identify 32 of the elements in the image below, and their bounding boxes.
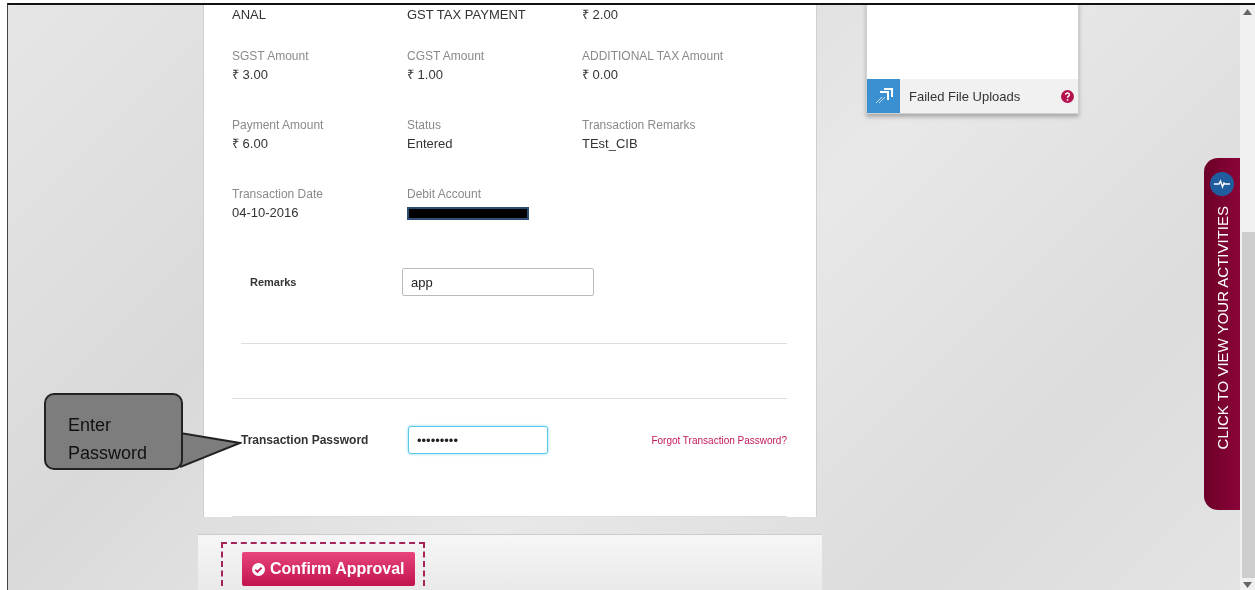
scrollbar[interactable]: [1240, 5, 1255, 590]
password-field[interactable]: •••••••••: [408, 426, 548, 454]
field-value: ANAL: [232, 6, 267, 24]
password-label: Transaction Password: [241, 433, 370, 447]
field-label: Transaction Date: [232, 186, 324, 202]
field-value: ₹ 0.00: [582, 66, 619, 84]
field-label: Transaction Remarks: [582, 117, 697, 133]
remarks-label: Remarks: [249, 276, 298, 288]
activities-tab[interactable]: CLICK TO VIEW YOUR ACTIVITIES: [1204, 158, 1240, 510]
confirm-approval-button[interactable]: Confirm Approval: [242, 552, 415, 586]
check-icon: [252, 562, 265, 576]
field-value: TEst_CIB: [582, 135, 639, 153]
field-value: ₹ 2.00: [582, 6, 619, 24]
remarks-field[interactable]: app: [402, 268, 594, 296]
field-label: Debit Account: [407, 186, 483, 202]
field-label: Payment Amount: [232, 117, 325, 133]
field-value: GST TAX PAYMENT: [407, 6, 527, 24]
forgot-password-link[interactable]: Forgot Transaction Password?: [651, 434, 787, 446]
pulse-icon: [1210, 172, 1234, 196]
field-value: Entered: [407, 135, 454, 153]
field-label: Status: [407, 117, 443, 133]
field-label: CGST Amount: [407, 48, 486, 64]
field-value: 04-10-2016: [232, 204, 300, 222]
scroll-up-icon[interactable]: [1243, 9, 1252, 15]
callout-bubble: Enter Password: [44, 393, 183, 470]
scroll-down-icon[interactable]: [1243, 582, 1252, 588]
field-value: ₹ 3.00: [232, 66, 269, 84]
field-value: ₹ 6.00: [232, 135, 269, 153]
field-label: SGST Amount: [232, 48, 310, 64]
field-label: ADDITIONAL TAX Amount: [582, 48, 725, 64]
help-icon[interactable]: [1061, 89, 1074, 103]
field-value: ₹ 1.00: [407, 66, 444, 84]
